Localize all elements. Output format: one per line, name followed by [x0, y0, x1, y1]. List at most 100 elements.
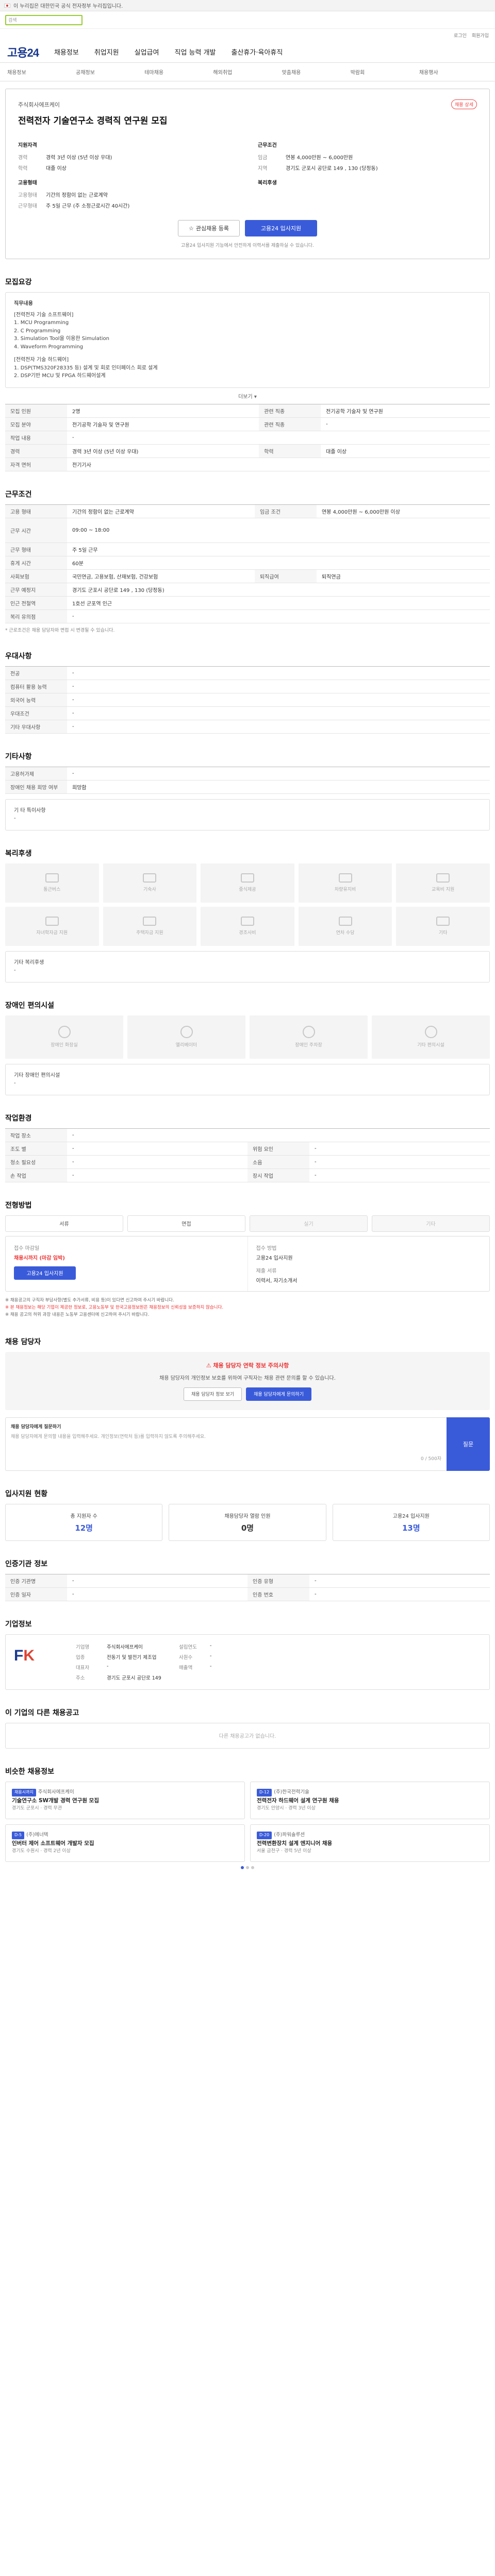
subnav-item[interactable]: 테마채용	[144, 68, 213, 76]
subnav-item[interactable]: 채용행사	[419, 68, 488, 76]
nav-item-unemployment[interactable]: 실업급여	[135, 47, 159, 57]
notice-item: ※ 본 채용정보는 해당 기업이 제공한 정보로, 고용노동부 및 한국고용정보…	[5, 1304, 224, 1310]
duty-title: 모집요강	[5, 278, 32, 286]
job-company: (주)에너텍	[26, 1832, 48, 1838]
search-strip: 검색	[0, 11, 495, 29]
question-placeholder: 채용 담당자에게 문의할 내용을 입력해주세요. 개인정보(연락처 등)를 입력…	[11, 1434, 206, 1439]
company-card: FK 기업명 주식회사에프케이 설립연도 - 업종 전동기 및 발전기 제조업 사원수 - …	[5, 1634, 490, 1690]
table-cell: -	[309, 1587, 490, 1601]
table-row: 고용 형태 기간의 정함이 없는 근로계약 임금 조건 연봉 4,000만원 ~ 6,…	[5, 504, 490, 518]
stats-row: 총 지원자 수 12명 채용담당자 열람 인원 0명 고용24 입사지원 13명	[5, 1503, 490, 1541]
info-value	[210, 1674, 282, 1681]
nav-item-leave[interactable]: 출산휴가·육아휴직	[232, 47, 283, 57]
prefer-table: 전공 - 컴퓨터 활용 능력 - 외국어 능력 - 우대조건 - 기타 우대사항 -	[5, 666, 490, 734]
table-row: 컴퓨터 활용 능력 -	[5, 680, 490, 693]
etc-table: 고용허가제 - 장애인 채용 희망 여부 희망함	[5, 766, 490, 794]
table-header: 인증 유형	[248, 1574, 309, 1588]
search-input[interactable]: 검색	[5, 14, 82, 25]
table-cell: 대졸 이상	[321, 444, 490, 458]
table-header: 자격 면허	[5, 457, 67, 471]
nav-item-jobs[interactable]: 채용정보	[54, 47, 79, 57]
car-icon	[338, 873, 352, 883]
table-cell: 2명	[67, 404, 259, 418]
stat-label: 채용담당자 열람 인원	[224, 1513, 271, 1519]
question-submit-button[interactable]: 질문	[447, 1417, 490, 1471]
table-header: 근무 시간	[5, 518, 67, 543]
inquire-button[interactable]: 채용 담당자에게 문의하기	[246, 1387, 311, 1401]
info-table: 인증 기관명 - 인증 유형 - 인증 일자 - 인증 번호 -	[5, 1573, 490, 1601]
info-key: 사원수	[179, 1654, 193, 1660]
table-header: 인증 일자	[5, 1587, 67, 1601]
facility-label: 장애인 주차장	[295, 1043, 322, 1048]
apply-button-secondary[interactable]: 고용24 입사지원	[14, 1266, 76, 1280]
carousel-dot[interactable]	[251, 1866, 254, 1869]
info-value: 주식회사에프케이	[107, 1644, 143, 1650]
benefits-title: 복리후생	[5, 849, 32, 858]
info-key: 매출액	[179, 1665, 193, 1671]
benefit-label: 차량유지비	[334, 887, 356, 892]
gov-bar-text: 이 누리집은 대한민국 공식 전자정부 누리집입니다.	[13, 4, 123, 9]
kv-value: 기간의 정함이 없는 근로계약	[46, 193, 108, 198]
benefit-tag: 주택자금 지원	[103, 906, 197, 946]
site-logo[interactable]: 고용24	[7, 44, 39, 60]
info-key: 주소	[76, 1675, 85, 1681]
job-card[interactable]: D-20 (주)파워솔루션 전력변환장치 설계 엔지니어 채용 서울 금천구 · …	[250, 1824, 490, 1862]
subnav-item[interactable]: 맞춤채용	[282, 68, 351, 76]
job-card[interactable]: 채용시까지 주식회사에프케이 기술연구소 SW개발 경력 연구원 모집 경기도 군…	[5, 1781, 245, 1819]
carousel-dot[interactable]	[241, 1866, 244, 1869]
benefit-label: 기숙사	[143, 887, 156, 892]
home-loan-icon	[143, 917, 157, 926]
subnav-item[interactable]: 해외취업	[213, 68, 282, 76]
benefits-heading: 복리후생	[258, 180, 277, 186]
warning-title: ⚠ 채용 담당자 연락 정보 주의사항	[206, 1362, 289, 1369]
table-row: 작업 장소 -	[5, 1128, 490, 1142]
benefit-tag: 경조사비	[201, 906, 294, 946]
carousel-dot[interactable]	[246, 1866, 249, 1869]
kv-key: 경력	[18, 155, 28, 161]
method-label: 접수 방법	[256, 1245, 277, 1251]
subnav-item[interactable]: 박람회	[351, 68, 419, 76]
qualification-heading: 지원자격	[18, 143, 37, 148]
job-card[interactable]: D-5 (주)에너텍 인버터 제어 소프트웨어 개발자 모집 경기도 수원시 · …	[5, 1824, 245, 1862]
nav-item-training[interactable]: 직업 능력 개발	[174, 47, 216, 57]
facility-tag: 기타 편의시설	[372, 1015, 490, 1059]
apply-button[interactable]: 고용24 입사지원	[245, 220, 317, 236]
table-row: 우대조건 -	[5, 706, 490, 720]
more-button[interactable]: 더보기 ▾	[5, 388, 490, 404]
login-link[interactable]: 로그인	[454, 32, 467, 39]
etc-extra-label: 기 타 특이사항	[14, 807, 46, 814]
subnav-item[interactable]: 공채정보	[76, 68, 144, 76]
disabled-title: 장애인 편의시설	[5, 1001, 55, 1010]
table-cell: 60분	[67, 556, 490, 570]
table-cell: 전기공학 기술자 및 연구원	[321, 404, 490, 418]
kv-key: 임금	[258, 155, 268, 161]
deadline-label: 접수 마감일	[14, 1245, 40, 1251]
signup-link[interactable]: 회원가입	[472, 32, 489, 39]
process-title: 전형방법	[5, 1201, 32, 1210]
company-name[interactable]: 주식회사에프케이	[18, 100, 60, 109]
warning-body: 채용 담당자의 개인정보 보호를 위하여 구직자는 채용 관련 문의를 할 수 …	[159, 1375, 336, 1381]
subnav-item[interactable]: 채용정보	[7, 68, 76, 76]
save-job-label: 관심채용 등록	[195, 225, 229, 232]
save-job-button[interactable]: ☆ 관심채용 등록	[178, 220, 240, 236]
table-cell: -	[67, 767, 490, 781]
job-card[interactable]: D-12 (주)한국전력기술 전력전자 하드웨어 설계 연구원 채용 경기도 안양…	[250, 1781, 490, 1819]
table-row: 복리 유의점 -	[5, 609, 490, 623]
question-title: 채용 담당자에게 질문하기	[11, 1424, 61, 1430]
kv-key: 지역	[258, 166, 268, 172]
table-header: 위험 요인	[248, 1142, 309, 1156]
table-cell: -	[67, 609, 490, 623]
question-textarea[interactable]: 채용 담당자에게 질문하기 채용 담당자에게 문의할 내용을 입력해주세요. 개…	[5, 1417, 447, 1471]
prefer-title: 우대사항	[5, 652, 32, 660]
contact-title: 채용 담당자	[5, 1337, 41, 1346]
table-header: 조도 별	[5, 1142, 67, 1156]
view-contact-button[interactable]: 채용 담당자 정보 보기	[184, 1387, 242, 1401]
duty-table: 모집 인원 2명 관련 직종 전기공학 기술자 및 연구원 모집 분야 전기공학 기술자…	[5, 403, 490, 471]
more-icon	[436, 917, 450, 926]
table-cell: -	[67, 666, 490, 680]
table-row: 휴게 시간 60분	[5, 556, 490, 570]
dday-badge: D-5	[12, 1831, 25, 1839]
share-button[interactable]: 채용 상세	[451, 99, 477, 109]
calendar-icon	[338, 917, 352, 926]
nav-item-support[interactable]: 취업지원	[94, 47, 119, 57]
